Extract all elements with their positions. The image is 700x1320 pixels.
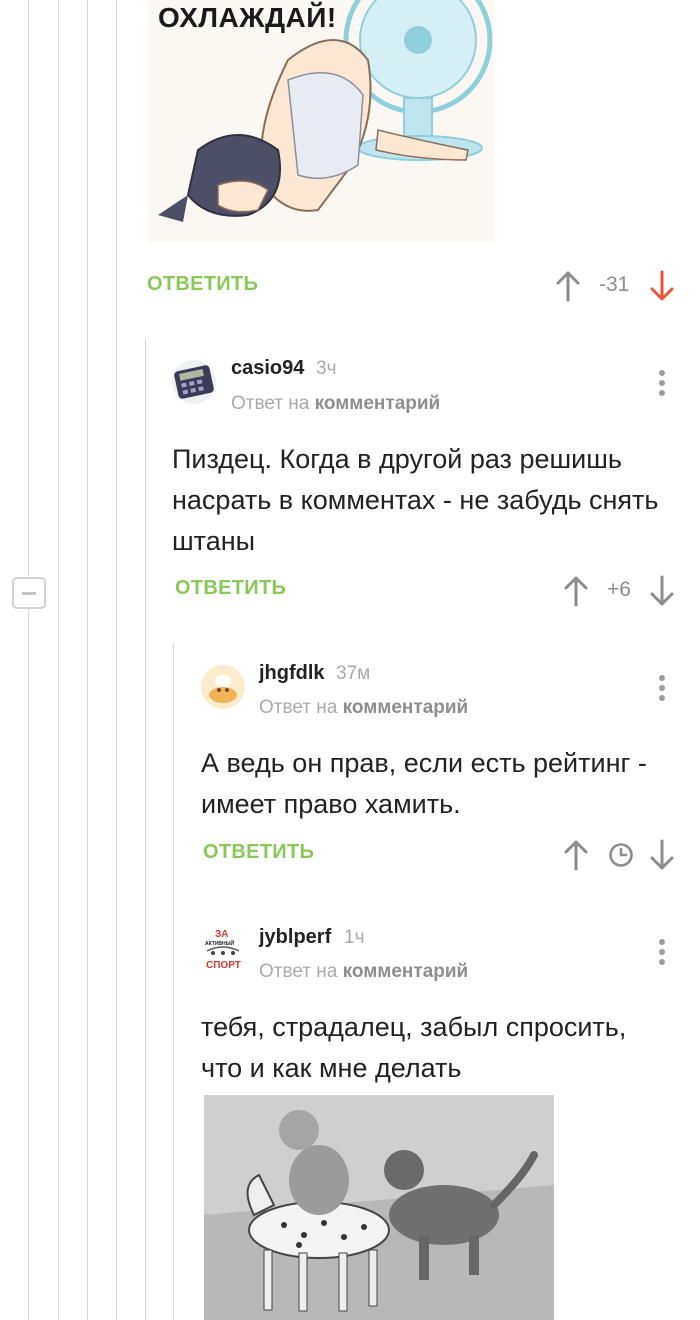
avatar[interactable]: ЗА АКТИВНЫЙ СПОРТ (201, 929, 245, 973)
reply-to-link[interactable]: Ответ на комментарий (259, 697, 468, 719)
avatar[interactable] (201, 665, 245, 709)
more-options-icon[interactable] (659, 939, 665, 969)
upvote-icon[interactable] (555, 270, 581, 302)
reply-to-link[interactable]: Ответ на комментарий (231, 393, 440, 415)
more-options-icon[interactable] (659, 675, 665, 705)
comment-image-meme: ОХЛАЖДАЙ! (148, 0, 494, 242)
collapse-thread-button[interactable] (12, 577, 46, 609)
rating-count: +6 (607, 578, 631, 601)
photo-illustration (204, 1095, 554, 1320)
username[interactable]: jyblperf (259, 926, 331, 949)
reply-button[interactable]: ОТВЕТИТЬ (203, 841, 314, 864)
more-options-icon[interactable] (659, 370, 665, 400)
logo-text: СПОРТ (206, 960, 241, 971)
downvote-icon[interactable] (649, 839, 675, 871)
vote-controls: -31 (555, 266, 675, 306)
username[interactable]: casio94 (231, 357, 304, 380)
comment-text: тебя, страдалец, забыл спросить, что и к… (201, 1012, 627, 1083)
calculator-icon (174, 365, 214, 399)
reply-button[interactable]: ОТВЕТИТЬ (147, 273, 258, 296)
downvote-icon[interactable] (649, 575, 675, 607)
logo-text: ЗА (215, 929, 229, 940)
comment-time: 37м (336, 663, 371, 684)
vote-controls (563, 835, 675, 875)
thread-line (87, 0, 88, 1320)
rating-count: -31 (599, 273, 630, 296)
thread-line (173, 643, 174, 1320)
reply-button[interactable]: ОТВЕТИТЬ (175, 577, 286, 600)
meme-caption: ОХЛАЖДАЙ! (158, 2, 337, 33)
comment-image-photo (204, 1095, 554, 1320)
clock-icon (609, 843, 633, 867)
logo-text: АКТИВНЫЙ (205, 941, 235, 947)
meme-illustration (148, 0, 494, 242)
downvote-icon[interactable] (649, 270, 675, 302)
upvote-icon[interactable] (563, 575, 589, 607)
comment-time: 1ч (344, 927, 365, 948)
username[interactable]: jhgfdlk (259, 662, 325, 685)
thread-line (28, 0, 29, 1320)
reply-to-link[interactable]: Ответ на комментарий (259, 961, 468, 983)
comment-text: Пиздец. Когда в другой раз решишь насрат… (172, 444, 659, 556)
thread-line (145, 338, 146, 1320)
thread-line (58, 0, 59, 1320)
thread-line (116, 0, 117, 1320)
comment-text: А ведь он прав, если есть рейтинг - имее… (201, 748, 647, 819)
chef-icon (201, 665, 245, 709)
comment-time: 3ч (316, 358, 337, 379)
avatar[interactable] (172, 360, 216, 404)
vote-controls: +6 (563, 571, 675, 611)
upvote-icon[interactable] (563, 839, 589, 871)
